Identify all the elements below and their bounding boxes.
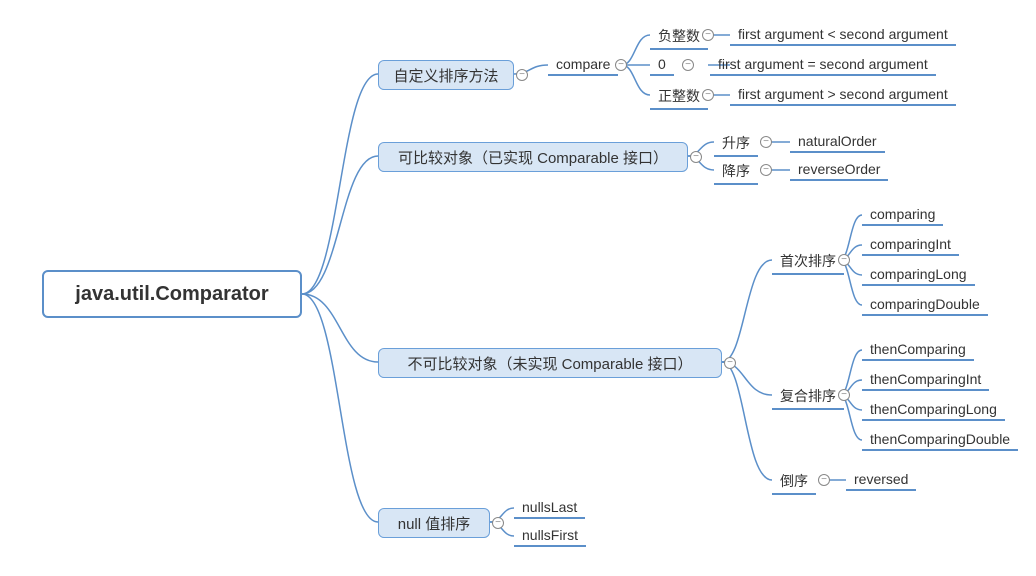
collapse-icon[interactable]: −: [818, 474, 830, 486]
leaf-reversed: reversed: [846, 469, 916, 491]
leaf-neg-int-desc: first argument < second argument: [730, 24, 956, 46]
branch-label: 不可比较对象（未实现 Comparable 接口）: [407, 353, 692, 374]
leaf-then-comparing-int: thenComparingInt: [862, 369, 989, 391]
label: nullsFirst: [522, 527, 578, 543]
collapse-icon[interactable]: −: [492, 517, 504, 529]
leaf-comparing: comparing: [862, 204, 943, 226]
collapse-icon[interactable]: −: [760, 136, 772, 148]
label: 降序: [722, 161, 750, 181]
label: comparing: [870, 206, 935, 222]
root-node[interactable]: java.util.Comparator: [42, 270, 302, 318]
leaf-zero[interactable]: 0: [650, 54, 674, 76]
collapse-icon[interactable]: −: [516, 69, 528, 81]
label: thenComparingLong: [870, 401, 997, 417]
branch-custom-sort[interactable]: 自定义排序方法: [378, 60, 514, 90]
leaf-nulls-first: nullsFirst: [514, 525, 586, 547]
label: thenComparingDouble: [870, 431, 1010, 447]
branch-null-sort[interactable]: null 值排序: [378, 508, 490, 538]
label: first argument > second argument: [738, 86, 948, 102]
branch-label: 自定义排序方法: [393, 65, 498, 86]
label: comparingDouble: [870, 296, 980, 312]
leaf-desc[interactable]: 降序: [714, 159, 758, 185]
label: thenComparing: [870, 341, 966, 357]
leaf-comparing-double: comparingDouble: [862, 294, 988, 316]
leaf-neg-int[interactable]: 负整数: [650, 24, 708, 50]
label: 复合排序: [780, 386, 836, 406]
label: thenComparingInt: [870, 371, 981, 387]
collapse-icon[interactable]: −: [690, 151, 702, 163]
collapse-icon[interactable]: −: [702, 89, 714, 101]
leaf-comparing-int: comparingInt: [862, 234, 959, 256]
collapse-icon[interactable]: −: [724, 357, 736, 369]
collapse-icon[interactable]: −: [682, 59, 694, 71]
label: reverseOrder: [798, 161, 880, 177]
branch-label: 可比较对象（已实现 Comparable 接口）: [398, 147, 668, 168]
label: comparingInt: [870, 236, 951, 252]
leaf-label: compare: [556, 56, 610, 72]
label: reversed: [854, 471, 908, 487]
leaf-comparing-long: comparingLong: [862, 264, 975, 286]
leaf-zero-desc: first argument = second argument: [710, 54, 936, 76]
leaf-compare[interactable]: compare: [548, 54, 618, 76]
branch-label: null 值排序: [398, 513, 471, 534]
collapse-icon[interactable]: −: [615, 59, 627, 71]
leaf-first-sort[interactable]: 首次排序: [772, 249, 844, 275]
leaf-asc[interactable]: 升序: [714, 131, 758, 157]
branch-not-comparable[interactable]: 不可比较对象（未实现 Comparable 接口）: [378, 348, 722, 378]
label: 负整数: [658, 26, 700, 46]
collapse-icon[interactable]: −: [838, 254, 850, 266]
leaf-compound-sort[interactable]: 复合排序: [772, 384, 844, 410]
label: nullsLast: [522, 499, 577, 515]
collapse-icon[interactable]: −: [760, 164, 772, 176]
label: 升序: [722, 133, 750, 153]
label: 首次排序: [780, 251, 836, 271]
label: naturalOrder: [798, 133, 877, 149]
leaf-natural-order: naturalOrder: [790, 131, 885, 153]
leaf-nulls-last: nullsLast: [514, 497, 585, 519]
leaf-then-comparing-double: thenComparingDouble: [862, 429, 1018, 451]
label: first argument = second argument: [718, 56, 928, 72]
collapse-icon[interactable]: −: [702, 29, 714, 41]
label: 正整数: [658, 86, 700, 106]
leaf-pos-int[interactable]: 正整数: [650, 84, 708, 110]
label: comparingLong: [870, 266, 967, 282]
label: 0: [658, 56, 666, 72]
leaf-pos-int-desc: first argument > second argument: [730, 84, 956, 106]
label: 倒序: [780, 471, 808, 491]
branch-comparable[interactable]: 可比较对象（已实现 Comparable 接口）: [378, 142, 688, 172]
leaf-reverse-order: reverseOrder: [790, 159, 888, 181]
leaf-reverse[interactable]: 倒序: [772, 469, 816, 495]
leaf-then-comparing: thenComparing: [862, 339, 974, 361]
root-label: java.util.Comparator: [75, 283, 268, 306]
leaf-then-comparing-long: thenComparingLong: [862, 399, 1005, 421]
label: first argument < second argument: [738, 26, 948, 42]
collapse-icon[interactable]: −: [838, 389, 850, 401]
